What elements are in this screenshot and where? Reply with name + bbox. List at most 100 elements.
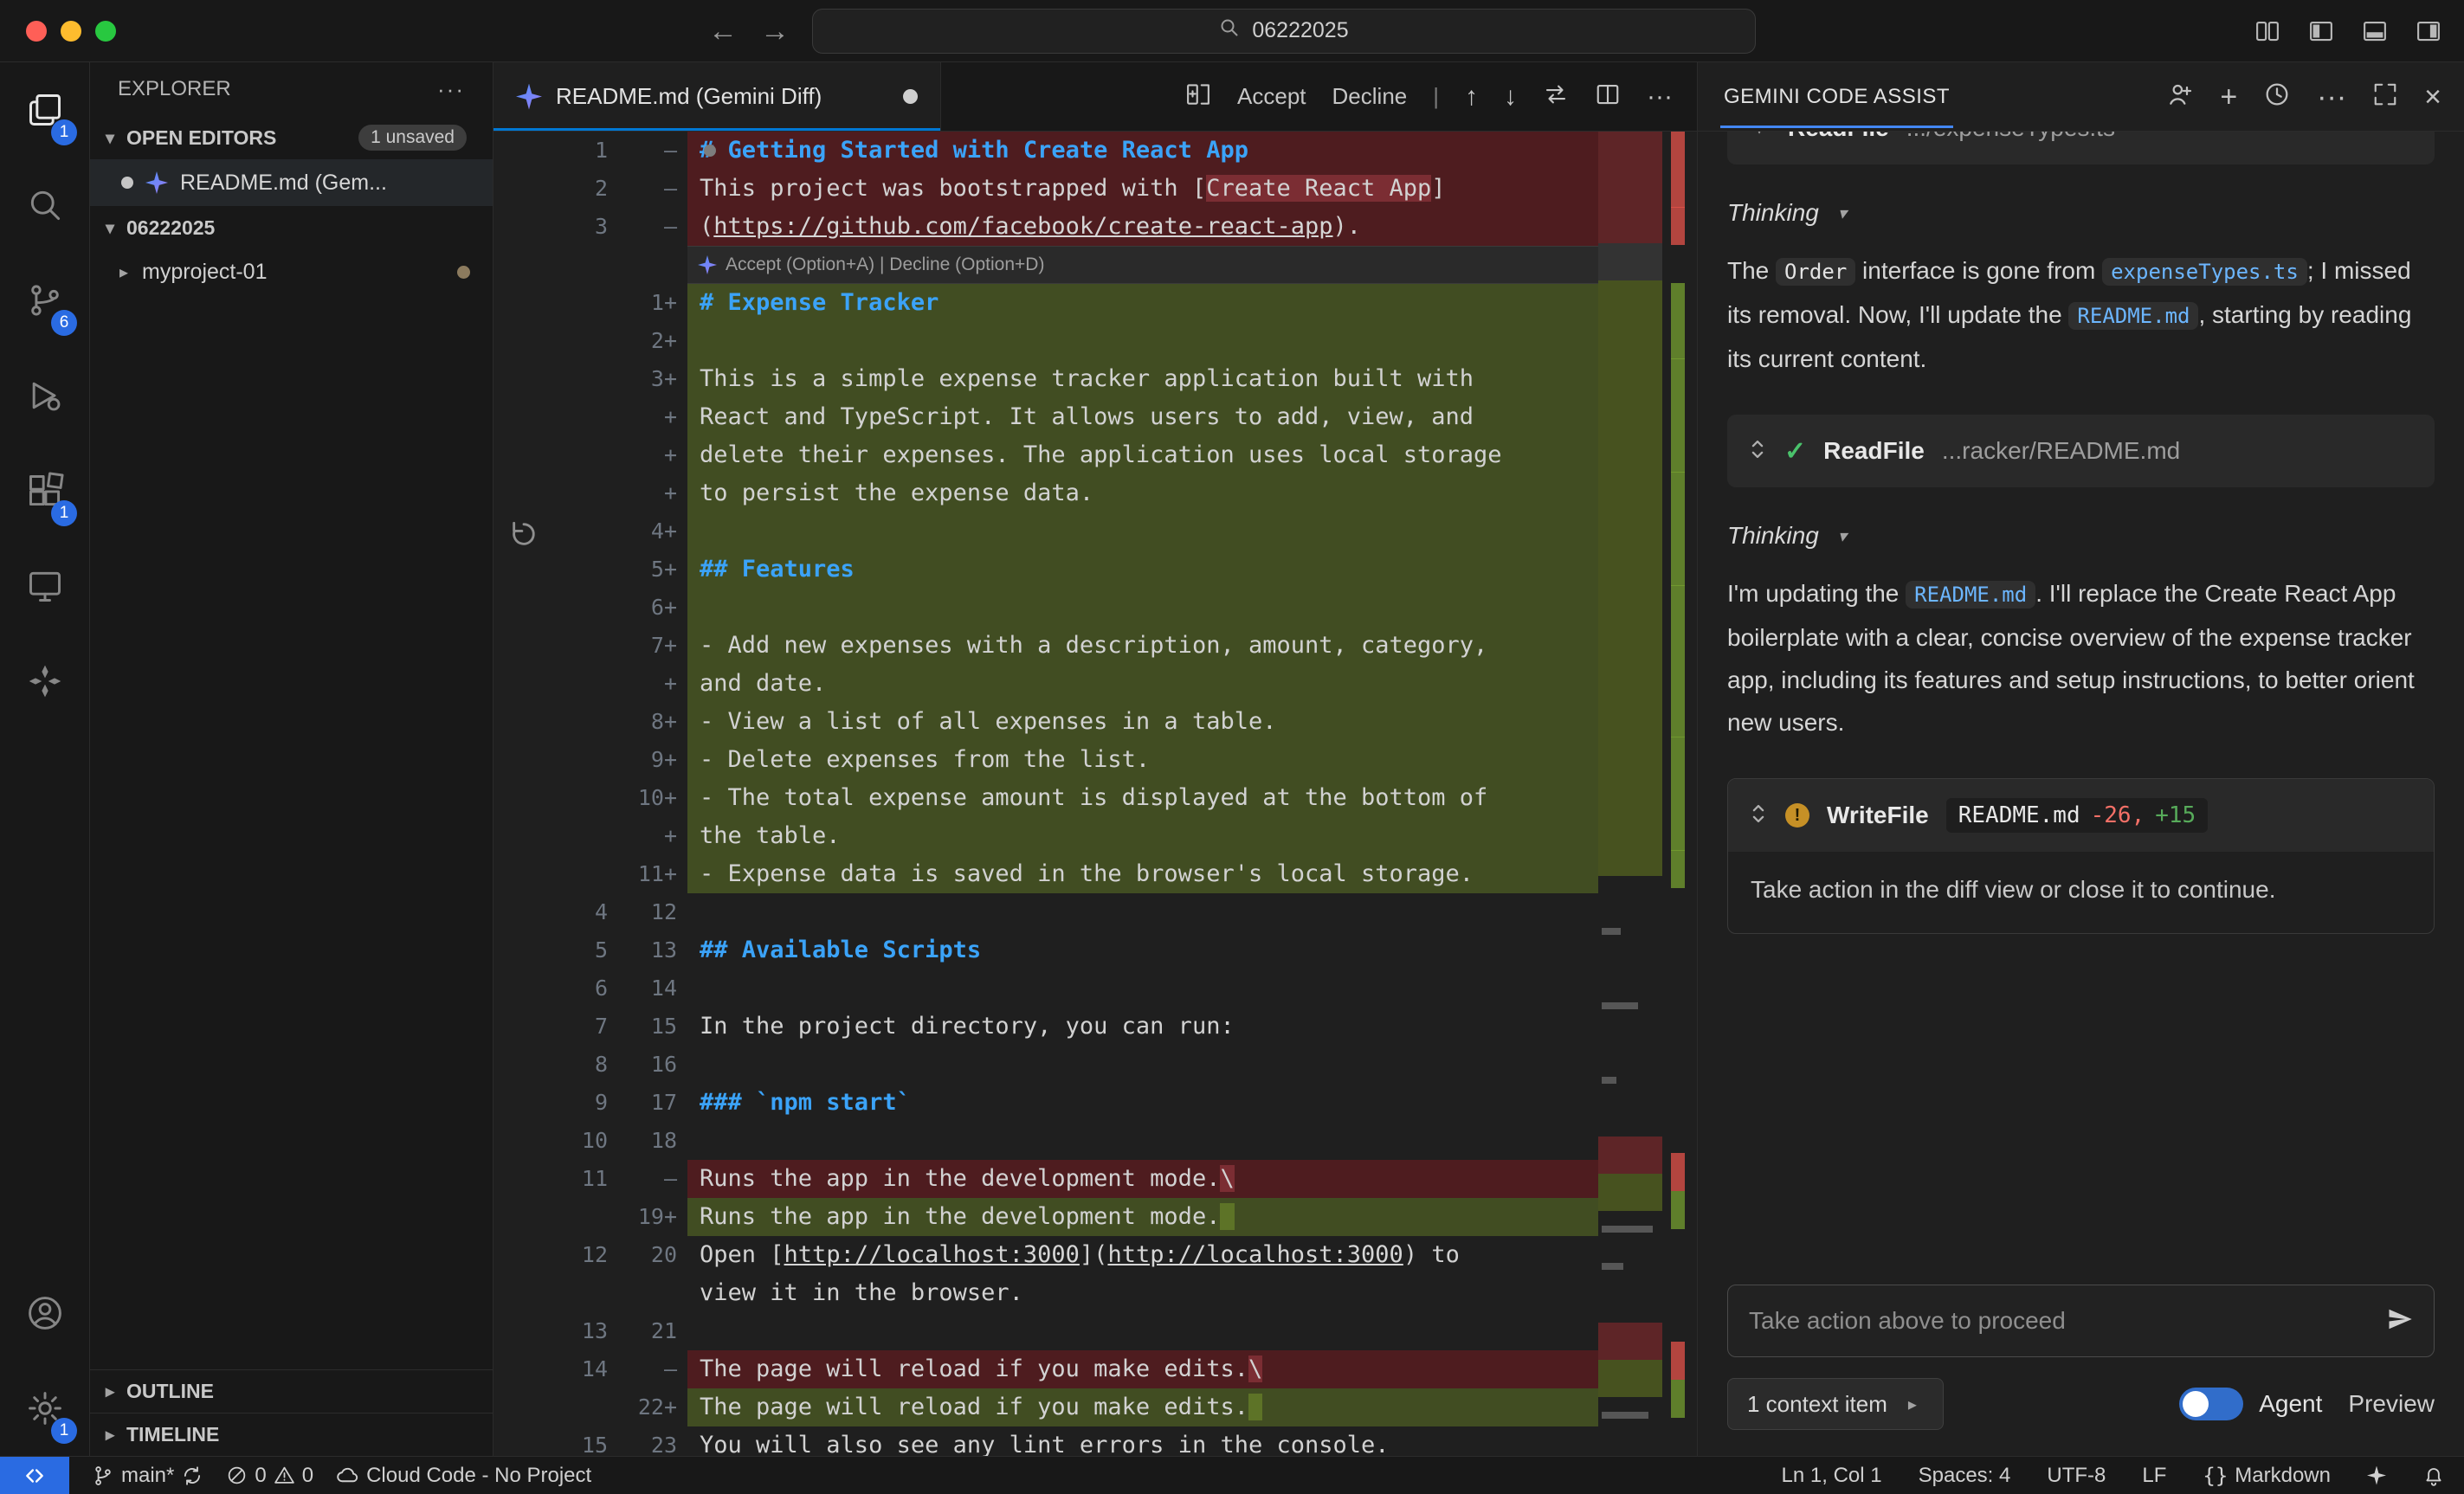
open-changes-icon[interactable] <box>1185 81 1211 113</box>
toggle-secondary-sidebar-icon[interactable] <box>2416 18 2441 44</box>
toggle-panel-icon[interactable] <box>2362 18 2388 44</box>
editor-group: README.md (Gemini Diff) Accept Decline |… <box>493 62 1697 1456</box>
file-chip[interactable]: README.md <box>2068 302 2198 330</box>
next-change-icon[interactable]: ↓ <box>1504 84 1517 110</box>
cloud-code-status-item[interactable]: Cloud Code - No Project <box>336 1464 591 1488</box>
diff-row: 3–(https://github.com/facebook/create-re… <box>493 208 1598 246</box>
sync-icon[interactable] <box>181 1465 203 1487</box>
source-control-activity-icon[interactable]: 6 <box>0 253 89 348</box>
problems-status-item[interactable]: 0 0 <box>226 1464 313 1488</box>
previous-change-icon[interactable]: ↑ <box>1465 84 1478 110</box>
remote-indicator[interactable] <box>0 1457 69 1494</box>
settings-gear-icon[interactable]: 1 <box>0 1361 89 1456</box>
explorer-activity-icon[interactable]: 1 <box>0 62 89 158</box>
indentation-item[interactable]: Spaces: 4 <box>1919 1464 2011 1488</box>
run-debug-activity-icon[interactable] <box>0 348 89 443</box>
agent-toggle[interactable] <box>2179 1388 2243 1420</box>
new-chat-icon[interactable]: + <box>2220 82 2237 112</box>
search-value: 06222025 <box>1252 18 1348 43</box>
pending-warning-icon: ! <box>1785 803 1809 827</box>
send-icon[interactable] <box>2387 1306 2413 1336</box>
tab-readme-gemini-diff[interactable]: README.md (Gemini Diff) <box>493 62 941 131</box>
folder-myproject-01[interactable]: ▸ myproject-01 <box>90 249 493 294</box>
expand-collapse-icon[interactable] <box>1748 437 1767 466</box>
chevron-right-icon: ▸ <box>1901 1394 1924 1415</box>
split-editor-icon[interactable] <box>1595 81 1621 113</box>
panel-footer: 1 context item ▸ Agent Preview <box>1727 1378 2435 1430</box>
remote-explorer-activity-icon[interactable] <box>0 538 89 634</box>
outline-section[interactable]: ▸ OUTLINE <box>90 1369 493 1413</box>
diff-inline-actions[interactable]: Accept (Option+A) | Decline (Option+D) <box>493 246 1598 284</box>
unsaved-dot-icon[interactable] <box>903 89 918 104</box>
copilot-sparkle-icon[interactable] <box>2367 1466 2386 1485</box>
success-check-icon: ✓ <box>1784 436 1806 467</box>
toggle-sidebar-icon[interactable] <box>2308 18 2334 44</box>
history-icon[interactable] <box>2263 80 2291 113</box>
cloud-icon <box>336 1464 359 1487</box>
diff-row: 1523You will also see any lint errors in… <box>493 1426 1598 1456</box>
explorer-more-actions-icon[interactable]: ··· <box>437 76 465 103</box>
expand-collapse-icon[interactable] <box>1749 802 1768 830</box>
panel-more-icon[interactable]: ··· <box>2317 82 2346 112</box>
notifications-bell-icon[interactable] <box>2422 1465 2445 1487</box>
folder-modified-dot-icon <box>457 266 470 279</box>
language-mode-item[interactable]: {} Markdown <box>2203 1464 2331 1488</box>
tool-card-readfile-clipped[interactable]: ▾ ReadFile .../expenseTypes.ts <box>1727 132 2435 164</box>
writefile-header[interactable]: ! WriteFile README.md -26, +15 <box>1728 779 2434 852</box>
panel-title-tab[interactable]: GEMINI CODE ASSIST <box>1720 66 1953 128</box>
diff-row: view it in the browser. <box>493 1274 1598 1312</box>
context-items-button[interactable]: 1 context item ▸ <box>1727 1378 1944 1430</box>
swap-diff-sides-icon[interactable] <box>1543 81 1569 113</box>
cursor-position-item[interactable]: Ln 1, Col 1 <box>1782 1464 1882 1488</box>
more-actions-icon[interactable]: ··· <box>1647 84 1673 110</box>
customize-layout-icon[interactable] <box>2254 18 2280 44</box>
chat-input[interactable] <box>1749 1307 2373 1335</box>
close-panel-icon[interactable]: × <box>2424 82 2441 112</box>
file-chip[interactable]: expenseTypes.ts <box>2102 258 2307 286</box>
timeline-section[interactable]: ▸ TIMELINE <box>90 1413 493 1456</box>
activity-bar: 1 6 1 <box>0 62 90 1456</box>
panel-header-actions: + ··· × <box>2166 80 2441 113</box>
diff-row: 715In the project directory, you can run… <box>493 1008 1598 1046</box>
encoding-item[interactable]: UTF-8 <box>2047 1464 2106 1488</box>
branch-status-item[interactable]: main* <box>92 1464 203 1488</box>
diff-row: 2–This project was bootstrapped with [Cr… <box>493 170 1598 208</box>
preview-button[interactable]: Preview <box>2348 1390 2435 1418</box>
diff-row: 816 <box>493 1046 1598 1084</box>
thinking-header[interactable]: Thinking ▾ <box>1727 522 2435 550</box>
file-chip[interactable]: README.md <box>1906 581 2035 609</box>
tool-card-writefile: ! WriteFile README.md -26, +15 Take acti… <box>1727 778 2435 934</box>
gemini-activity-icon[interactable] <box>0 634 89 729</box>
back-button[interactable]: ← <box>708 16 738 46</box>
gemini-spark-icon <box>698 255 717 274</box>
minimap[interactable] <box>1598 132 1662 1456</box>
search-activity-icon[interactable] <box>0 158 89 253</box>
diff-row: 7+- Add new expenses with a description,… <box>493 627 1598 665</box>
titlebar-actions <box>2254 18 2441 44</box>
chat-input-box[interactable] <box>1727 1285 2435 1357</box>
decline-button[interactable]: Decline <box>1332 83 1408 110</box>
eol-item[interactable]: LF <box>2142 1464 2166 1488</box>
diff-editor[interactable]: 1–# Getting Started with Create React Ap… <box>493 132 1697 1456</box>
errors-icon <box>226 1465 248 1486</box>
account-activity-icon[interactable] <box>0 1265 89 1361</box>
forward-button[interactable]: → <box>760 16 790 46</box>
open-editor-readme[interactable]: README.md (Gem... <box>90 159 493 206</box>
expand-panel-icon[interactable] <box>2372 81 2398 112</box>
share-account-icon[interactable] <box>2166 80 2194 113</box>
chevron-down-icon: ▾ <box>99 217 121 239</box>
diff-row: 513## Available Scripts <box>493 931 1598 969</box>
tool-card-readfile[interactable]: ✓ ReadFile ...racker/README.md <box>1727 415 2435 487</box>
workspace-section[interactable]: ▾ 06222025 <box>90 206 493 249</box>
command-center-search[interactable]: 06222025 <box>812 9 1756 54</box>
modified-dot-icon[interactable] <box>121 177 133 189</box>
tab-bar: README.md (Gemini Diff) Accept Decline |… <box>493 62 1697 132</box>
thinking-header[interactable]: Thinking ▾ <box>1727 199 2435 227</box>
extensions-activity-icon[interactable]: 1 <box>0 443 89 538</box>
open-editors-section[interactable]: ▾ OPEN EDITORS 1 unsaved <box>90 116 493 159</box>
panel-body: ▾ ReadFile .../expenseTypes.ts Thinking … <box>1698 132 2464 1456</box>
gemini-code-assist-panel: GEMINI CODE ASSIST + ··· × <box>1697 62 2464 1456</box>
diff-row: 917### `npm start` <box>493 1084 1598 1122</box>
revert-block-icon[interactable] <box>509 519 539 555</box>
accept-button[interactable]: Accept <box>1237 83 1306 110</box>
